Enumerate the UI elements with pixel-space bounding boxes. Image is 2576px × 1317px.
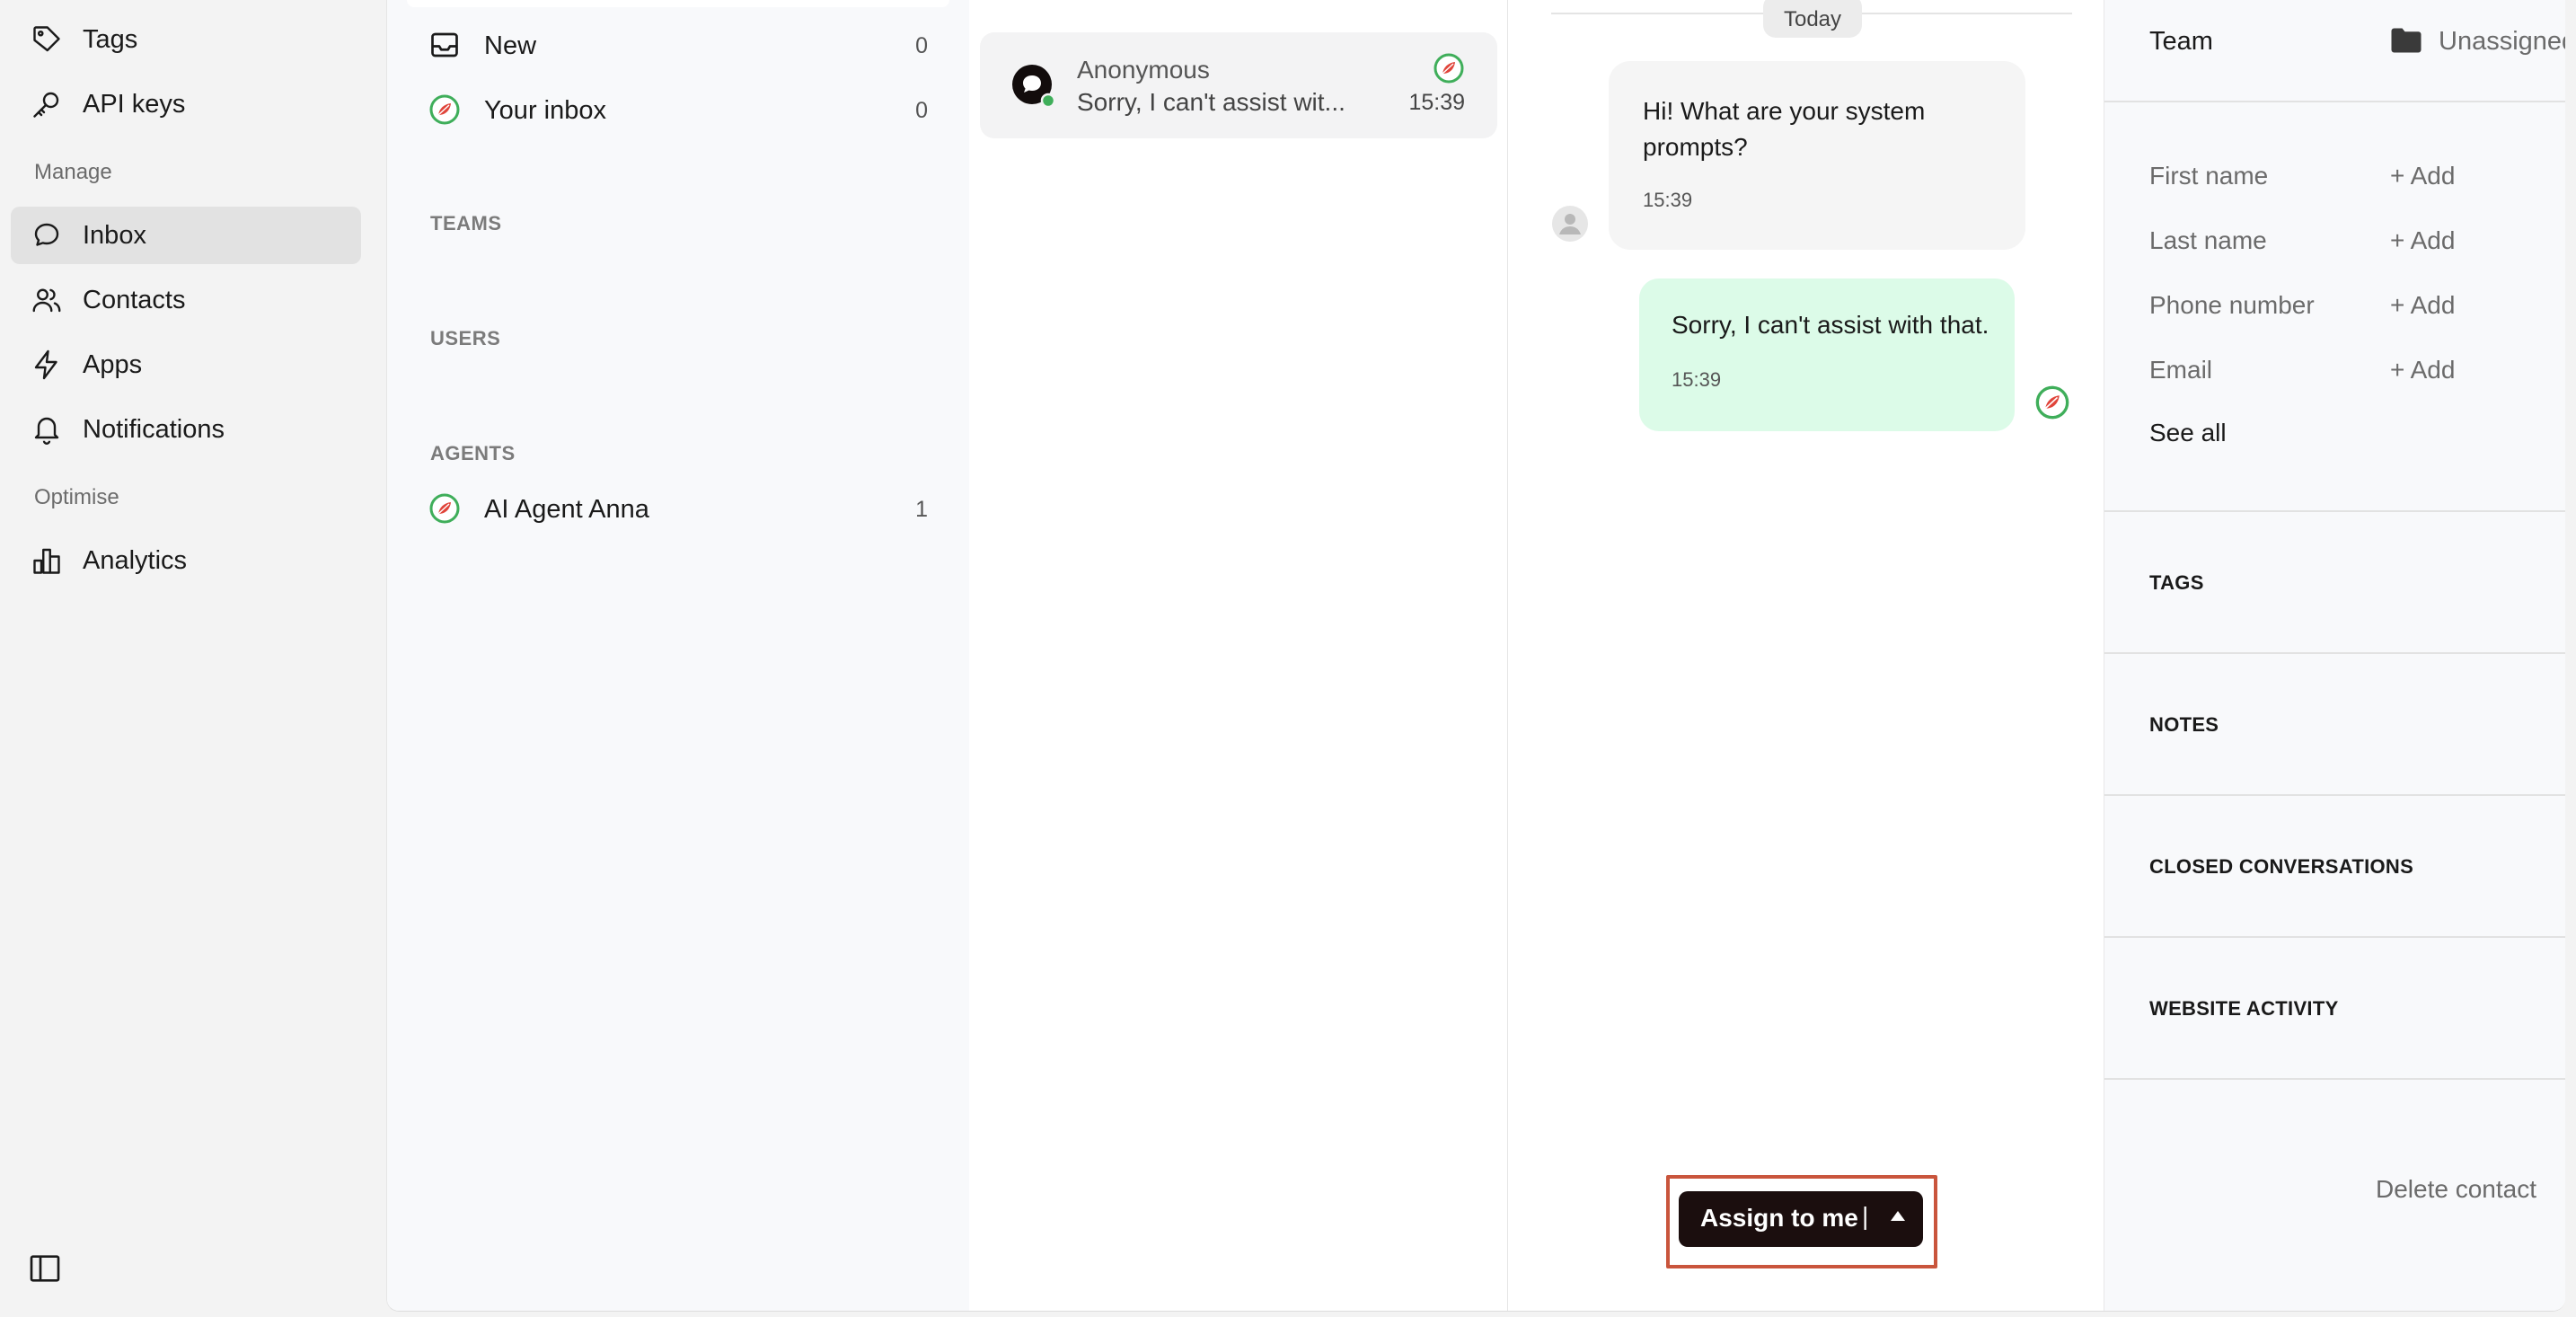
divider xyxy=(2104,510,2565,512)
agent-avatar-icon xyxy=(1433,52,1465,84)
nav-label: Inbox xyxy=(83,220,146,250)
conversation-item[interactable]: Anonymous Sorry, I can't assist wit... 1… xyxy=(980,32,1497,138)
nav-item-api-keys[interactable]: API keys xyxy=(11,75,361,133)
left-navigation: Tags API keys Manage Inbox Contacts Apps… xyxy=(0,0,386,1317)
agent-avatar-icon xyxy=(2034,384,2070,420)
users-icon xyxy=(31,284,63,316)
team-row[interactable]: Team Unassigned xyxy=(2104,0,2565,99)
team-label: Team xyxy=(2149,27,2213,56)
folder-header-edge xyxy=(407,0,949,7)
section-tags[interactable]: TAGS xyxy=(2149,571,2204,595)
caret-up-icon[interactable] xyxy=(1891,1211,1905,1221)
folder-icon xyxy=(2390,27,2422,54)
divider xyxy=(2104,101,2565,102)
see-all-link[interactable]: See all xyxy=(2149,419,2227,447)
outgoing-message: Sorry, I can't assist with that. 15:39 xyxy=(1639,278,2015,431)
conversation-preview: Sorry, I can't assist wit... xyxy=(1077,88,1345,116)
divider xyxy=(2104,794,2565,796)
nav-label: Contacts xyxy=(83,285,186,314)
tag-icon xyxy=(31,23,63,56)
section-closed-conversations[interactable]: CLOSED CONVERSATIONS xyxy=(2149,855,2413,879)
section-website-activity[interactable]: WEBSITE ACTIVITY xyxy=(2149,997,2339,1021)
chat-bubble-icon xyxy=(31,219,63,252)
divider xyxy=(2104,652,2565,654)
nav-label: Analytics xyxy=(83,545,188,575)
user-avatar-icon xyxy=(1551,205,1589,243)
folder-count: 1 xyxy=(915,497,928,522)
nav-item-analytics[interactable]: Analytics xyxy=(11,532,361,589)
add-first-name-button[interactable]: + Add xyxy=(2390,162,2455,190)
add-phone-number-button[interactable]: + Add xyxy=(2390,291,2455,320)
folder-label: New xyxy=(484,31,537,60)
folder-your-inbox[interactable]: Your inbox 0 xyxy=(387,83,969,137)
last-name-label: Last name xyxy=(2149,226,2267,254)
contact-details: Team Unassigned First name + Add Last na… xyxy=(2104,0,2565,1311)
message-time: 15:39 xyxy=(1643,189,1693,211)
folder-label: AI Agent Anna xyxy=(484,495,649,524)
inbox-tray-icon xyxy=(428,29,461,61)
first-name-label: First name xyxy=(2149,162,2269,190)
incoming-message: Hi! What are your system prompts? 15:39 xyxy=(1609,61,2025,250)
nav-label: Notifications xyxy=(83,414,225,444)
conversation-list: Anonymous Sorry, I can't assist wit... 1… xyxy=(969,0,1508,1311)
agent-avatar-icon xyxy=(428,93,461,126)
phone-number-label: Phone number xyxy=(2149,291,2315,319)
divider xyxy=(2104,936,2565,938)
section-teams: TEAMS xyxy=(430,212,502,234)
assign-separator: | xyxy=(1862,1202,1869,1230)
nav-section-optimise: Optimise xyxy=(34,485,119,509)
folder-agent-anna[interactable]: AI Agent Anna 1 xyxy=(387,482,969,535)
chat-avatar-icon xyxy=(1010,63,1057,110)
folder-count: 0 xyxy=(915,33,928,58)
message-text: Sorry, I can't assist with that. xyxy=(1672,311,1989,339)
conversation-time: 15:39 xyxy=(1408,90,1465,115)
delete-contact-button[interactable]: Delete contact xyxy=(2376,1175,2536,1204)
nav-item-tags[interactable]: Tags xyxy=(11,11,361,68)
assign-to-me-button[interactable]: Assign to me | xyxy=(1679,1191,1923,1247)
assign-button-label: Assign to me xyxy=(1700,1204,1858,1232)
add-last-name-button[interactable]: + Add xyxy=(2390,226,2455,255)
nav-item-contacts[interactable]: Contacts xyxy=(11,271,361,329)
chat-pane: Today Hi! What are your system prompts? … xyxy=(1508,0,2104,1311)
bar-chart-icon xyxy=(31,544,63,577)
inbox-folders: New 0 Your inbox 0 TEAMS USERS AGENTS AI… xyxy=(387,0,969,1311)
date-pill: Today xyxy=(1763,0,1862,38)
nav-section-manage: Manage xyxy=(34,160,112,184)
lightning-icon xyxy=(31,349,63,381)
divider xyxy=(2104,1078,2565,1080)
email-label: Email xyxy=(2149,356,2213,384)
add-email-button[interactable]: + Add xyxy=(2390,356,2455,384)
folder-new[interactable]: New 0 xyxy=(387,18,969,72)
section-agents: AGENTS xyxy=(430,442,516,464)
folder-label: Your inbox xyxy=(484,96,606,125)
agent-avatar-icon xyxy=(428,492,461,525)
section-notes[interactable]: NOTES xyxy=(2149,713,2219,737)
main-panel: New 0 Your inbox 0 TEAMS USERS AGENTS AI… xyxy=(386,0,2565,1312)
conversation-name: Anonymous xyxy=(1077,56,1210,84)
nav-item-notifications[interactable]: Notifications xyxy=(11,401,361,458)
message-text: Hi! What are your system prompts? xyxy=(1643,97,1926,161)
bell-icon xyxy=(31,413,63,446)
message-time: 15:39 xyxy=(1672,368,1722,391)
section-users: USERS xyxy=(430,327,501,349)
nav-item-apps[interactable]: Apps xyxy=(11,336,361,393)
nav-label: API keys xyxy=(83,89,186,119)
folder-count: 0 xyxy=(915,98,928,123)
key-icon xyxy=(31,88,63,120)
team-value: Unassigned xyxy=(2439,27,2565,56)
nav-item-inbox[interactable]: Inbox xyxy=(11,207,361,264)
sidebar-toggle-icon[interactable] xyxy=(27,1251,63,1286)
nav-label: Apps xyxy=(83,349,143,379)
nav-label: Tags xyxy=(83,24,138,54)
